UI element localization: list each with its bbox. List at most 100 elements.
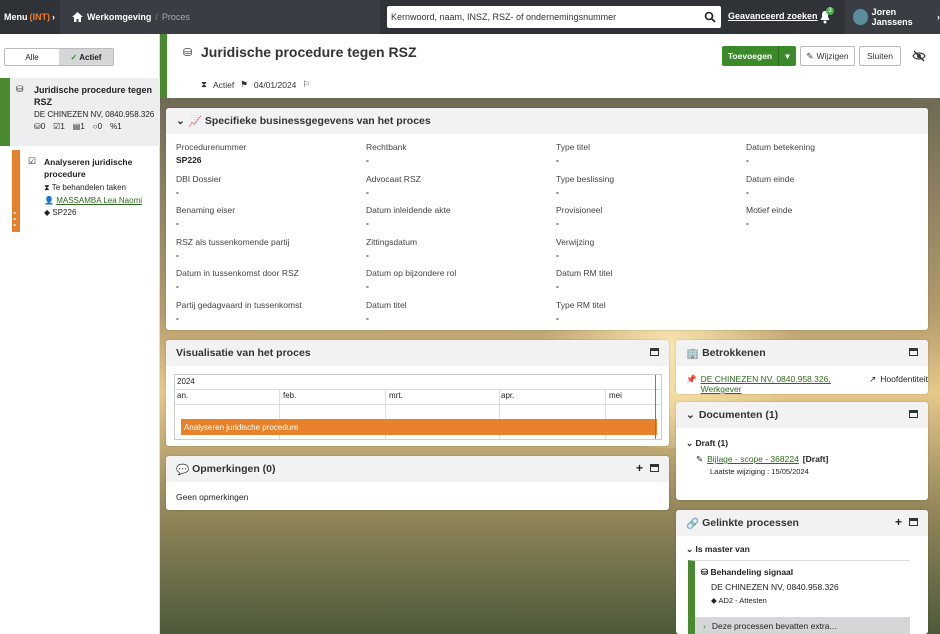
business-field: Procedurenummer SP226 [176, 142, 361, 165]
process-visualisation-panel: Visualisatie van het proces 2024 an. feb… [166, 340, 669, 446]
involved-role: Hoofdentiteit [880, 374, 928, 384]
add-remark-icon[interactable]: + [636, 461, 643, 475]
maximize-icon[interactable] [650, 348, 659, 356]
business-field-label: Datum op bijzondere rol [366, 268, 457, 278]
business-field-value: - [746, 155, 749, 165]
document-row: ✎ Bijlage - scope - 368224 [Draft] [696, 454, 828, 465]
business-data-header[interactable]: ⌄ 📈 Specifieke businessgegevens van het … [166, 108, 928, 134]
timeline-month: an. [177, 391, 189, 400]
process-icon: ⛁ [183, 47, 193, 59]
process-card-selected[interactable]: ⛁ Juridische procedure tegen RSZ DE CHIN… [0, 78, 160, 146]
linked-more-text: Deze processen bevatten extra... [711, 621, 837, 631]
visualisation-header: Visualisatie van het proces [166, 340, 669, 366]
involved-panel: 🏢 Betrokkenen 📌 DE CHINEZEN NV, 0840.958… [676, 340, 928, 394]
drag-handle-icon[interactable]: · · · [13, 207, 19, 231]
business-field-value: - [556, 249, 559, 260]
document-modified: Laatste wijziging : 15/05/2024 [710, 467, 809, 476]
filter-all-button[interactable]: Alle [5, 49, 59, 65]
documents-group[interactable]: ⌄ Draft (1) [686, 438, 728, 449]
business-field-value: - [556, 281, 559, 291]
process-icon: ⛁ [16, 84, 24, 94]
timeline-task-bar[interactable]: Analyseren juridische procedure [181, 419, 657, 435]
linked-item-title-row: ⛁ Behandeling signaal [701, 567, 794, 577]
business-field-value: - [176, 249, 179, 260]
task-card[interactable]: ☑ Analyseren juridische procedure ⧗ Te b… [12, 150, 160, 232]
check-icon: ✓ [70, 52, 78, 62]
timeline-month: feb. [283, 391, 297, 400]
timeline-month: mrt. [389, 391, 403, 400]
business-field: Zittingsdatum - [366, 237, 551, 260]
page-title: Juridische procedure tegen RSZ [201, 44, 417, 60]
menu-button[interactable]: Menu (INT) › [0, 0, 58, 34]
business-field-label: Datum inleidende akte [366, 205, 451, 215]
edit-button-label: Wijzigen [816, 51, 849, 61]
chevron-right-icon: › [703, 621, 706, 631]
business-field-label: Datum in tussenkomst door RSZ [176, 268, 299, 278]
business-field: Type beslissing - [556, 174, 741, 197]
external-link-icon[interactable]: ↗ [869, 374, 876, 394]
business-field-value: - [746, 218, 749, 228]
breadcrumb-home[interactable]: Werkomgeving [87, 12, 151, 22]
document-link[interactable]: Bijlage - scope - 368224 [707, 454, 799, 465]
process-timeline: 2024 an. feb. mrt. apr. mei Analyseren j… [174, 374, 662, 440]
status-label: Actief [212, 79, 235, 90]
business-field: Datum einde - [746, 174, 931, 197]
people-icon: ⛁0 [34, 122, 46, 131]
linked-process-item[interactable]: ⛁ Behandeling signaal DE CHINEZEN NV, 08… [688, 560, 910, 634]
business-field-value: - [556, 186, 559, 197]
chevron-down-icon: ⌄ [686, 409, 695, 421]
remarks-empty: Geen opmerkingen [176, 492, 249, 502]
add-button[interactable]: Toevoegen ▾ [722, 46, 796, 66]
business-field-value: - [366, 155, 369, 165]
breadcrumb-separator: / [155, 12, 158, 22]
documents-title: Documenten (1) [698, 409, 779, 421]
business-field-label: Datum betekening [746, 142, 815, 152]
link-icon: 🔗 [686, 517, 700, 530]
business-data-panel: ⌄ 📈 Specifieke businessgegevens van het … [166, 108, 928, 330]
maximize-icon[interactable] [909, 518, 918, 526]
comment-icon: 💬 [176, 463, 190, 476]
task-card-status: ⧗ Te behandelen taken [44, 183, 126, 192]
involved-link[interactable]: DE CHINEZEN NV, 0840.958.326, Werkgever [701, 374, 866, 394]
visualisation-title: Visualisatie van het proces [176, 347, 311, 359]
timeline-month: mei [609, 391, 622, 400]
maximize-icon[interactable] [650, 464, 659, 472]
advanced-search-link[interactable]: Geavanceerd zoeken [728, 11, 818, 21]
process-meta: ⧗ Actief ⚑ 04/01/2024 ⚐ [201, 79, 310, 90]
business-field-label: Zittingsdatum [366, 236, 418, 247]
user-menu[interactable]: Joren Janssens › [845, 0, 940, 34]
maximize-icon[interactable] [909, 410, 918, 418]
top-bar: Menu (INT) › Werkomgeving / Proces Kernw… [0, 0, 940, 34]
eye-slash-icon[interactable] [912, 49, 926, 63]
add-link-icon[interactable]: + [895, 515, 902, 529]
business-field-value: - [366, 281, 369, 291]
edit-button[interactable]: ✎ Wijzigen [800, 46, 855, 66]
linked-group[interactable]: ⌄ Is master van [686, 544, 750, 555]
breadcrumb: Werkomgeving / Proces [60, 0, 380, 34]
close-button[interactable]: Sluiten [859, 46, 901, 66]
task-card-assignee[interactable]: 👤 MASSAMBA Lea Naomi [44, 196, 160, 205]
user-name: Joren Janssens [871, 7, 913, 27]
process-card-subtitle: DE CHINEZEN NV, 0840.958.326 [34, 110, 155, 119]
business-field-label: Procedurenummer [176, 142, 247, 152]
business-field-value: - [556, 218, 559, 228]
chevron-down-icon[interactable]: ▾ [778, 46, 796, 66]
menu-label: Menu [4, 12, 28, 22]
search-icon[interactable] [704, 11, 716, 23]
business-field-label: Partij gedagvaard in tussenkomst [176, 299, 302, 310]
filter-active-button[interactable]: ✓ Actief [59, 49, 113, 65]
avatar [853, 9, 868, 25]
timeline-year: 2024 [177, 377, 195, 386]
maximize-icon[interactable] [909, 348, 918, 356]
checkbox-icon: ☑ [28, 156, 37, 166]
user-icon: 👤 [44, 196, 54, 205]
business-field: Motief einde - [746, 205, 931, 228]
linked-more-row[interactable]: › Deze processen bevatten extra... [695, 617, 910, 634]
business-field-label: Type titel [556, 142, 591, 152]
search-input[interactable]: Kernwoord, naam, INSZ, RSZ- of ondernemi… [387, 6, 721, 28]
business-field: Datum RM titel - [556, 268, 741, 291]
business-field-value: - [366, 312, 369, 323]
process-list-pane: Alle ✓ Actief ⛁ Juridische procedure teg… [0, 34, 160, 634]
documents-header[interactable]: ⌄ Documenten (1) [676, 402, 928, 428]
task-card-tag: ◆ SP226 [44, 208, 77, 217]
